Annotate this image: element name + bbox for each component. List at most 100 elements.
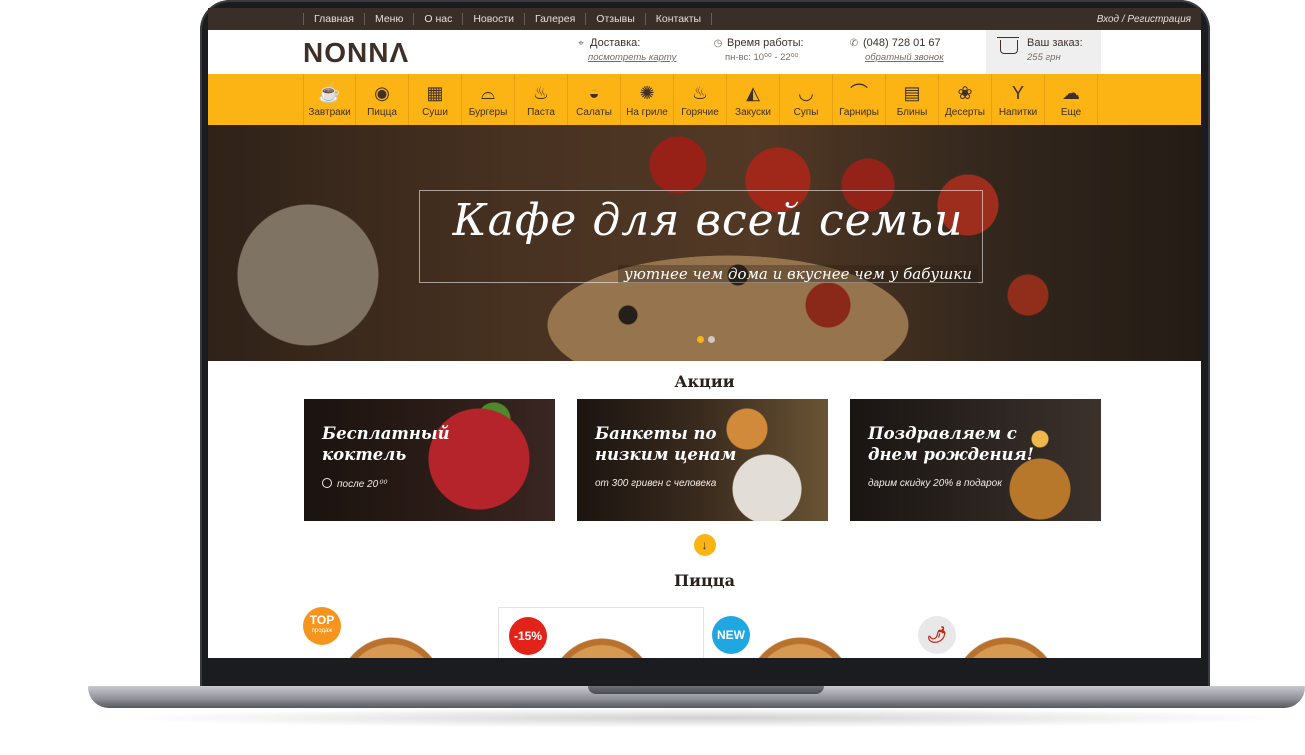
category-label: Горячие xyxy=(681,107,719,118)
basket-icon xyxy=(997,37,1019,54)
pizza-card[interactable]: 🌶 xyxy=(918,607,1124,658)
category-label: Блины xyxy=(896,107,928,118)
category-label: На гриле xyxy=(626,107,668,118)
pizza-image xyxy=(336,637,446,658)
category-label: Завтраки xyxy=(308,107,351,118)
pasta-icon: ♨ xyxy=(532,83,550,103)
callback-link[interactable]: обратный звонок xyxy=(849,52,944,63)
category-label: Еще xyxy=(1060,107,1082,118)
nav-news[interactable]: Новости xyxy=(463,13,525,25)
top-nav: Главная Меню О нас Новости Галерея Отзыв… xyxy=(208,8,1201,30)
nav-menu[interactable]: Меню xyxy=(365,13,415,25)
breakfast-icon: ☕ xyxy=(318,83,341,103)
nav-contacts[interactable]: Контакты xyxy=(646,13,713,25)
logo[interactable]: NONNΛ xyxy=(303,37,409,69)
sushi-icon: ▦ xyxy=(426,83,444,103)
promo-title: Банкеты по низким ценам xyxy=(595,424,737,464)
hours-info: ◷ Время работы: пн-вс: 10⁰⁰ - 22⁰⁰ xyxy=(713,37,804,63)
view-map-link[interactable]: посмотреть карту xyxy=(576,52,676,63)
category-hot[interactable]: ♨ Горячие xyxy=(674,74,727,125)
header: NONNΛ ⌖ Доставка: посмотреть карту ◷ Вре… xyxy=(208,30,1201,74)
category-pizza[interactable]: ◉ Пицца xyxy=(356,74,409,125)
laptop-notch xyxy=(588,686,824,694)
delivery-info: ⌖ Доставка: посмотреть карту xyxy=(576,37,676,63)
pizza-card[interactable]: TOP продаж xyxy=(303,607,509,658)
category-label: Суши xyxy=(422,107,448,118)
pizza-section-title: Пицца xyxy=(674,571,735,590)
clock-icon xyxy=(322,478,332,488)
drinks-icon: Y xyxy=(1011,83,1024,103)
promo-card-banquets[interactable]: Банкеты по низким ценам от 300 гривен с … xyxy=(577,399,828,521)
login-register-link[interactable]: Вход / Регистрация xyxy=(1097,14,1191,25)
snacks-icon: ◭ xyxy=(746,83,760,103)
pizza-image xyxy=(745,637,855,658)
category-pancakes[interactable]: ▤ Блины xyxy=(886,74,939,125)
grill-icon: ✺ xyxy=(639,83,655,103)
category-label: Гарниры xyxy=(839,107,879,118)
phone-number[interactable]: (048) 728 01 67 xyxy=(863,37,941,49)
nav-about[interactable]: О нас xyxy=(414,13,464,25)
category-burgers[interactable]: ⌓ Бургеры xyxy=(462,74,515,125)
pin-icon: ⌖ xyxy=(578,37,584,49)
new-badge: NEW xyxy=(712,616,750,654)
hero-slider[interactable]: Кафе для всей семьи уютнее чем дома и вк… xyxy=(208,125,1201,361)
category-more[interactable]: ☁ Еще xyxy=(1045,74,1098,125)
order-label: Ваш заказ: xyxy=(1027,37,1083,49)
promo-subtitle: от 300 гривен с человека xyxy=(595,478,717,489)
category-label: Закуски xyxy=(735,107,771,118)
slider-dot-2[interactable] xyxy=(708,336,715,343)
hours-label: Время работы: xyxy=(727,37,804,49)
order-summary[interactable]: Ваш заказ: 255 грн xyxy=(986,30,1101,74)
slider-dot-1[interactable] xyxy=(697,336,704,343)
scroll-down-button[interactable]: ↓ xyxy=(693,534,716,556)
hero-title: Кафе для всей семьи xyxy=(452,195,964,246)
dessert-icon: ❀ xyxy=(957,83,973,103)
laptop-shadow xyxy=(110,708,1300,728)
hours-value: пн-вс: 10⁰⁰ - 22⁰⁰ xyxy=(725,52,799,63)
arrow-down-icon: ↓ xyxy=(701,538,708,552)
phone-icon: ✆ xyxy=(849,37,859,49)
nav-home[interactable]: Главная xyxy=(303,13,365,25)
promos-title: Акции xyxy=(674,372,735,391)
promo-card-birthday[interactable]: Поздравляем с днем рождения! дарим скидк… xyxy=(850,399,1101,521)
hot-dish-icon: ♨ xyxy=(691,83,709,103)
category-snacks[interactable]: ◭ Закуски xyxy=(727,74,780,125)
category-pasta[interactable]: ♨ Паста xyxy=(515,74,568,125)
promo-subtitle: после 20⁰⁰ xyxy=(322,478,386,490)
promo-title: Поздравляем с днем рождения! xyxy=(868,424,1034,464)
side-dish-icon: ⌒ xyxy=(850,83,868,103)
category-label: Напитки xyxy=(998,107,1038,118)
slider-dots xyxy=(697,336,715,343)
category-label: Салаты xyxy=(576,107,612,118)
category-sushi[interactable]: ▦ Суши xyxy=(409,74,462,125)
category-salads[interactable]: ◒ Салаты xyxy=(568,74,621,125)
category-breakfast[interactable]: ☕ Завтраки xyxy=(303,74,356,125)
discount-badge: -15% xyxy=(509,617,547,655)
clock-icon: ◷ xyxy=(713,37,723,49)
pizza-list: TOP продаж -15% NEW 🌶 xyxy=(208,607,1201,658)
category-drinks[interactable]: Y Напитки xyxy=(992,74,1045,125)
burger-icon: ⌓ xyxy=(480,83,496,103)
category-label: Паста xyxy=(527,107,555,118)
category-soups[interactable]: ◡ Супы xyxy=(780,74,833,125)
category-sides[interactable]: ⌒ Гарниры xyxy=(833,74,886,125)
promo-subtitle: дарим скидку 20% в подарок xyxy=(868,478,1002,489)
promo-card-cocktail[interactable]: Бесплатный коктель после 20⁰⁰ xyxy=(304,399,555,521)
pizza-card[interactable]: -15% xyxy=(498,607,704,658)
promo-title: Бесплатный коктель xyxy=(322,424,450,464)
category-label: Десерты xyxy=(944,107,985,118)
promos-list: Бесплатный коктель после 20⁰⁰ Банкеты по… xyxy=(208,399,1201,521)
pizza-image xyxy=(547,638,657,658)
spicy-pepper-icon: 🌶 xyxy=(918,616,956,654)
nav-reviews[interactable]: Отзывы xyxy=(586,13,646,25)
category-label: Бургеры xyxy=(468,107,508,118)
pizza-icon: ◉ xyxy=(374,83,390,103)
category-desserts[interactable]: ❀ Десерты xyxy=(939,74,992,125)
nav-gallery[interactable]: Галерея xyxy=(525,13,587,25)
pizza-card[interactable]: NEW xyxy=(712,607,918,658)
screen: Главная Меню О нас Новости Галерея Отзыв… xyxy=(208,8,1201,658)
category-label: Супы xyxy=(793,107,819,118)
top-sales-badge: TOP продаж xyxy=(303,607,341,645)
category-grill[interactable]: ✺ На гриле xyxy=(621,74,674,125)
hero-subtitle: уютнее чем дома и вкуснее чем у бабушки xyxy=(618,265,978,283)
